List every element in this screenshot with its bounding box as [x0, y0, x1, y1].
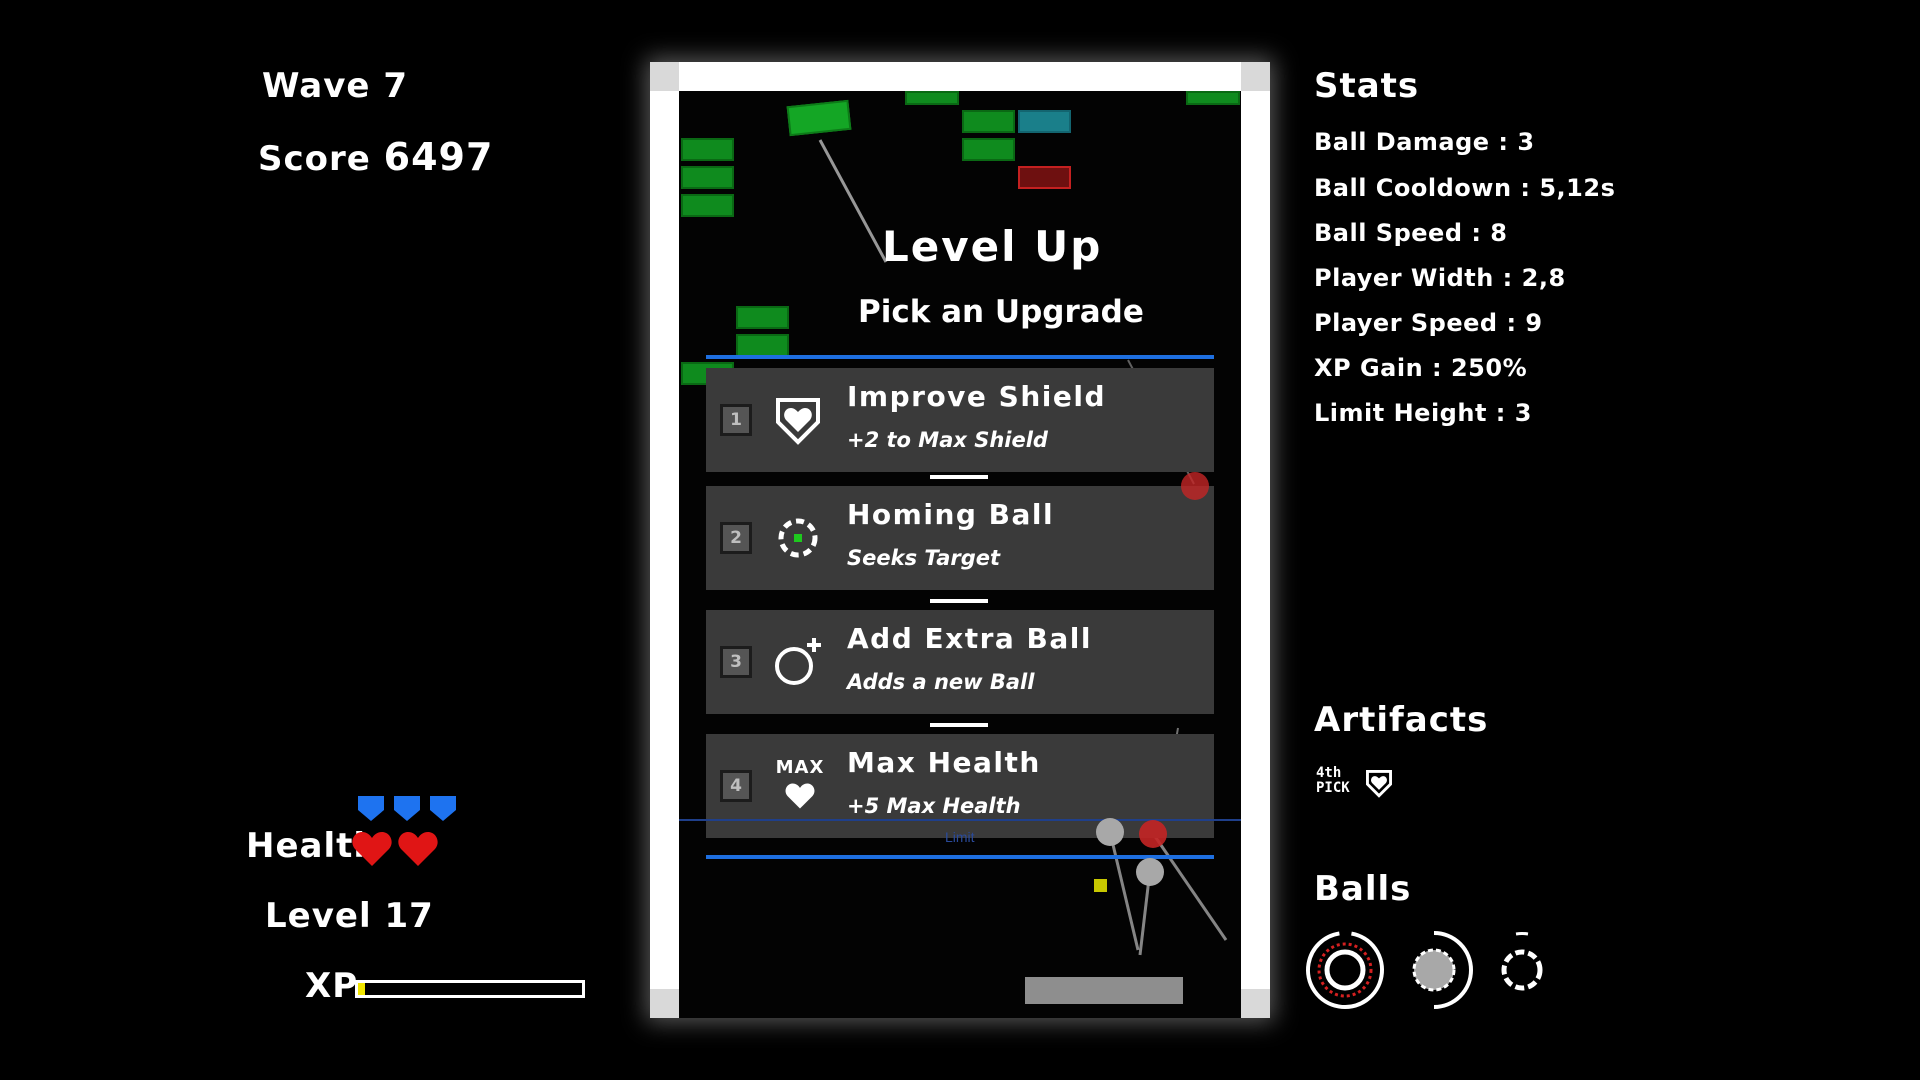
target-ball-icon	[778, 518, 818, 558]
option-description: +5 Max Health	[847, 794, 1021, 818]
limit-label: Limit	[945, 829, 975, 845]
level-up-title: Level Up	[882, 222, 1103, 271]
max-heart-icon: MAX	[770, 758, 830, 810]
option-description: Seeks Target	[847, 546, 1001, 570]
stat-ball-speed: Ball Speed : 8	[1314, 219, 1508, 247]
ball-plus-icon	[775, 638, 821, 685]
red-ring-ball-icon	[1306, 931, 1384, 1009]
stats-title: Stats	[1314, 66, 1420, 106]
stat-player-speed: Player Speed : 9	[1314, 309, 1543, 337]
option-separator	[930, 475, 988, 479]
upgrade-option-1[interactable]: 1 Improve Shield +2 to Max Shield	[706, 368, 1214, 472]
option-key-badge: 4	[720, 770, 752, 802]
player-paddle	[1025, 977, 1183, 1004]
upgrade-option-2[interactable]: 2 Homing Ball Seeks Target	[706, 486, 1214, 590]
artifacts-title: Artifacts	[1314, 700, 1489, 740]
upgrade-option-4[interactable]: 4 MAX Max Health +5 Max Health	[706, 734, 1214, 838]
ball	[1181, 472, 1209, 500]
stat-limit-height: Limit Height : 3	[1314, 399, 1532, 427]
fourth-pick-line1: 4th	[1316, 765, 1342, 781]
fourth-pick-icon: 4th PICK	[1316, 766, 1352, 796]
option-separator	[930, 599, 988, 603]
level-up-subtitle: Pick an Upgrade	[858, 294, 1144, 330]
option-description: +2 to Max Shield	[847, 428, 1048, 452]
option-key-badge: 2	[720, 522, 752, 554]
max-heart-text: MAX	[775, 757, 825, 778]
balls-title: Balls	[1314, 869, 1412, 909]
option-title: Homing Ball	[847, 498, 1055, 531]
option-title: Improve Shield	[847, 380, 1106, 413]
heart-icon	[785, 783, 815, 809]
grey-ball-icon	[1412, 931, 1473, 1009]
stat-ball-cooldown: Ball Cooldown : 5,12s	[1314, 174, 1616, 202]
xp-pickup	[1094, 879, 1107, 892]
ball	[1096, 818, 1124, 846]
upgrade-panel-bottom-line	[706, 855, 1214, 859]
shield-heart-icon	[1366, 770, 1392, 798]
stat-xp-gain: XP Gain : 250%	[1314, 354, 1528, 382]
ball	[1136, 858, 1164, 886]
white-ring-ball-icon	[1501, 932, 1543, 991]
stat-ball-damage: Ball Damage : 3	[1314, 128, 1535, 156]
option-description: Adds a new Ball	[847, 670, 1035, 694]
shield-heart-icon	[776, 398, 820, 445]
option-key-badge: 3	[720, 646, 752, 678]
option-title: Add Extra Ball	[847, 622, 1092, 655]
option-key-badge: 1	[720, 404, 752, 436]
stat-player-width: Player Width : 2,8	[1314, 264, 1566, 292]
fourth-pick-line2: PICK	[1316, 780, 1350, 796]
option-separator	[930, 723, 988, 727]
option-title: Max Health	[847, 746, 1041, 779]
ball	[1139, 820, 1167, 848]
upgrade-option-3[interactable]: 3 Add Extra Ball Adds a new Ball	[706, 610, 1214, 714]
upgrade-panel-top-line	[706, 355, 1214, 359]
